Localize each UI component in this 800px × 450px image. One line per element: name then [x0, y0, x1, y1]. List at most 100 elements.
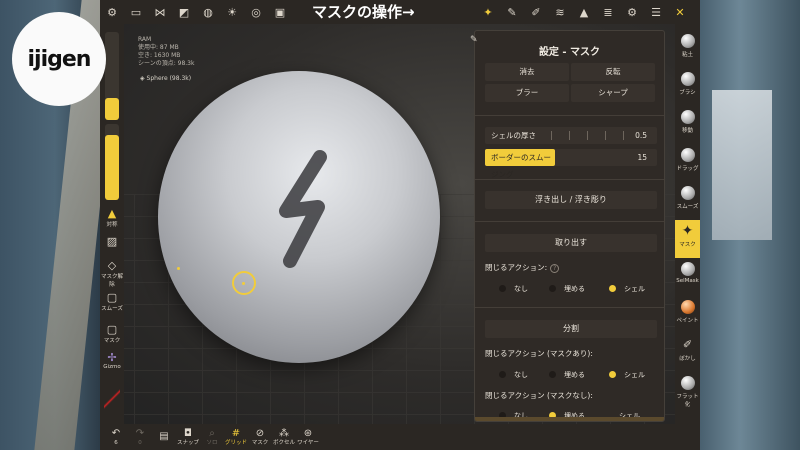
selmask-icon	[680, 262, 695, 276]
drag-label: ドラッグ	[676, 166, 699, 172]
image-icon[interactable]: ▣	[268, 0, 292, 24]
mask-label: マスク	[103, 338, 121, 344]
close-action-radios: なし 埋める シェル	[485, 280, 657, 297]
radio-shell-label: シェル	[624, 371, 645, 379]
invert-button[interactable]: 反転	[571, 63, 655, 81]
pen-icon[interactable]: ✎	[500, 0, 524, 24]
unmask-tool[interactable]: ◇ マスク解除	[100, 259, 124, 289]
divider	[475, 115, 664, 116]
extract-button[interactable]: 取り出す	[485, 234, 657, 252]
radio-dot	[549, 285, 556, 292]
drag-tool[interactable]: ドラッグ	[675, 144, 700, 182]
flatten-icon	[680, 376, 695, 390]
sun-icon[interactable]: ☀	[220, 0, 244, 24]
eraser-icon: ◇	[107, 259, 117, 272]
material-icon[interactable]: ◎	[244, 0, 268, 24]
blur-icon: ✐	[682, 338, 693, 351]
radio-dot	[499, 285, 506, 292]
panel-bottom-strip	[475, 417, 664, 421]
split-button[interactable]: 分割	[485, 320, 657, 338]
grid-button[interactable]: # グリッド	[224, 428, 248, 447]
extrude-button[interactable]: 浮き出し / 浮き彫り	[485, 191, 657, 209]
gizmo-icon: ✢	[107, 351, 117, 364]
mask-tool-icon[interactable]: ✦	[476, 0, 500, 24]
paint-icon[interactable]: ✐	[524, 0, 548, 24]
image-tool[interactable]: ▨	[100, 236, 124, 248]
shell-thickness-slider[interactable]: シェルの厚さ 0.5	[485, 127, 657, 144]
radio-shell[interactable]: シェル	[609, 370, 645, 380]
triangle-icon[interactable]: ▲	[572, 0, 596, 24]
share-icon[interactable]: ⋈	[148, 0, 172, 24]
stack-button[interactable]: ▤	[152, 431, 176, 443]
logo-text: ijigen	[27, 46, 92, 72]
solo-label: ソロ	[206, 439, 218, 446]
selmask-label: SelMask	[676, 278, 699, 284]
clay-icon	[680, 34, 695, 48]
smooth-tool[interactable]: ▢ スムーズ	[100, 292, 124, 313]
scene-icon[interactable]: ⚙	[100, 0, 124, 24]
radio-shell[interactable]: シェル	[609, 284, 645, 294]
brush-tool[interactable]: ブラシ	[675, 68, 700, 106]
stat-line: 空き: 1630 MB	[138, 52, 181, 59]
right-rail: 粘土 ブラシ 移動 ドラッグ スムーズ ✦ マスク SelMask ペイント ✐ ぼ…	[675, 24, 700, 424]
stroke-icon[interactable]: ≋	[548, 0, 572, 24]
move-icon	[680, 110, 695, 124]
snapshot-button[interactable]: ◘ スナップ	[176, 428, 200, 447]
blur-tool[interactable]: ✐ ぼかし	[675, 334, 700, 372]
radio-dot	[609, 285, 616, 292]
radio-fill-label: 埋める	[564, 285, 585, 293]
radio-shell-label: シェル	[624, 285, 645, 293]
selmask-tool[interactable]: SelMask	[675, 258, 700, 296]
solo-button[interactable]: ⌕ ソロ	[200, 428, 224, 447]
brush-label: ブラシ	[679, 90, 696, 96]
shapes-icon[interactable]: ◩	[172, 0, 196, 24]
mask-tool[interactable]: ▢ マスク	[100, 324, 124, 345]
symmetry-tool[interactable]: ▲ 対称	[100, 208, 124, 229]
grid-icon: #	[231, 427, 241, 439]
intensity-slider[interactable]	[105, 124, 119, 200]
blur-button[interactable]: ブラー	[485, 84, 569, 102]
mask-brush-icon: ✦	[681, 223, 694, 239]
folder-icon[interactable]: ▭	[124, 0, 148, 24]
flatten-tool[interactable]: フラット化	[675, 372, 700, 422]
clay-tool[interactable]: 粘土	[675, 30, 700, 68]
shell-thickness-value: 0.5	[635, 131, 647, 140]
mask-brush-tool[interactable]: ✦ マスク	[675, 220, 700, 258]
settings-icon[interactable]: ⚙	[620, 0, 644, 24]
divider	[475, 307, 664, 308]
close-action-text: 閉じるアクション:	[485, 263, 548, 272]
split-close-masked-label: 閉じるアクション (マスクあり):	[485, 349, 593, 358]
undo-button[interactable]: ↶ 6	[104, 428, 128, 447]
color-swatch[interactable]	[104, 384, 120, 414]
radio-none[interactable]: なし	[499, 370, 528, 380]
border-smoothing-slider[interactable]: ボーダーのスムージング 15	[485, 149, 657, 179]
wire-button[interactable]: ⊛ ワイヤー	[296, 428, 320, 447]
image-tool-icon: ▨	[106, 235, 118, 248]
gizmo-tool[interactable]: ✢ Gizmo	[100, 351, 124, 371]
pin-icon[interactable]: ✎	[470, 35, 478, 45]
panel-title: 設定 - マスク	[538, 47, 601, 58]
move-tool[interactable]: 移動	[675, 106, 700, 144]
mask-toggle-button[interactable]: ⊘ マスク	[248, 428, 272, 447]
size-slider-fill	[105, 98, 119, 120]
radio-fill[interactable]: 埋める	[549, 370, 585, 380]
redo-button[interactable]: ↷ 0	[128, 428, 152, 447]
clear-button[interactable]: 消去	[485, 63, 569, 81]
radio-fill[interactable]: 埋める	[549, 284, 585, 294]
tools-icon[interactable]: ✕	[668, 0, 692, 24]
radio-fill-label: 埋める	[564, 371, 585, 379]
voxel-button[interactable]: ⁂ ボクセル	[272, 428, 296, 447]
layers-icon[interactable]: ≣	[596, 0, 620, 24]
help-icon[interactable]: ?	[550, 264, 560, 273]
sliders-icon[interactable]: ☰	[644, 0, 668, 24]
smooth-brush-tool[interactable]: スムーズ	[675, 182, 700, 220]
radio-dot	[609, 371, 616, 378]
radio-none[interactable]: なし	[499, 284, 528, 294]
paint-tool[interactable]: ペイント	[675, 296, 700, 334]
object-tag[interactable]: ◈ Sphere (98.3k)	[140, 75, 191, 82]
mask-settings-panel: 設定 - マスク 消去 反転 ブラー シャープ シェルの厚さ 0.5 ボーダーの…	[474, 30, 665, 422]
sharpen-button[interactable]: シャープ	[571, 84, 655, 102]
mask-brush-label: マスク	[679, 242, 696, 248]
size-slider[interactable]	[105, 32, 119, 120]
globe-icon[interactable]: ◍	[196, 0, 220, 24]
